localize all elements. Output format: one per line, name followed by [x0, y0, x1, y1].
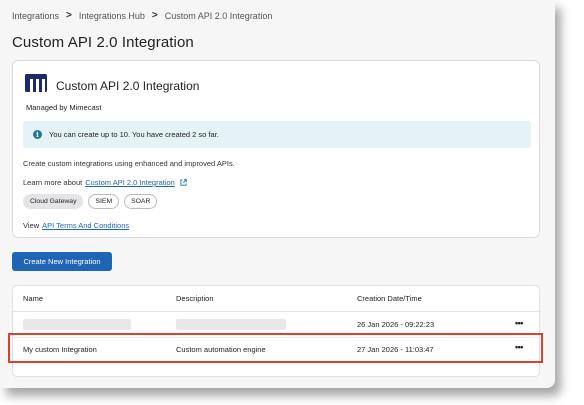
- card-title: Custom API 2.0 Integration: [56, 79, 200, 93]
- table-row[interactable]: 26 Jan 2026 - 09:22:23 •••: [13, 312, 541, 338]
- external-link-icon[interactable]: [180, 179, 187, 186]
- learn-more-link[interactable]: Custom API 2.0 Integration: [85, 178, 175, 187]
- tag-list: Cloud Gateway SIEM SOAR: [23, 194, 158, 209]
- column-header-name[interactable]: Name: [23, 294, 43, 303]
- breadcrumb-current: Custom API 2.0 Integration: [164, 10, 273, 21]
- info-banner: i You can create up to 10. You have crea…: [23, 121, 531, 148]
- mimecast-logo-icon: [25, 74, 47, 92]
- row-description: Custom automation engine: [176, 344, 266, 354]
- table-row[interactable]: My custom Integration Custom automation …: [13, 336, 541, 362]
- breadcrumb-integrations[interactable]: Integrations: [12, 11, 59, 21]
- terms-link[interactable]: API Terms And Conditions: [42, 221, 129, 230]
- managed-by-text: Managed by Mimecast: [26, 103, 102, 112]
- row-more-actions-icon[interactable]: •••: [515, 318, 523, 328]
- breadcrumb-separator: >: [66, 10, 72, 21]
- tag-siem: SIEM: [88, 194, 120, 209]
- redacted-description-placeholder: [176, 319, 286, 330]
- integration-card: Custom API 2.0 Integration Managed by Mi…: [12, 60, 540, 238]
- table-header: Name Description Creation Date/Time: [13, 286, 541, 312]
- terms-prefix: View: [23, 221, 40, 230]
- info-icon: i: [33, 130, 42, 139]
- tag-soar: SOAR: [124, 194, 158, 209]
- info-text: You can create up to 10. You have create…: [49, 130, 219, 139]
- page-sheet: Integrations > Integrations Hub > Custom…: [0, 0, 555, 388]
- learn-more-line: Learn more about Custom API 2.0 Integrat…: [23, 178, 187, 187]
- terms-line: View API Terms And Conditions: [23, 221, 129, 230]
- column-header-creation-date[interactable]: Creation Date/Time: [357, 294, 422, 303]
- row-date: 26 Jan 2026 - 09:22:23: [357, 320, 435, 329]
- breadcrumb: Integrations > Integrations Hub > Custom…: [12, 10, 272, 21]
- integrations-table: Name Description Creation Date/Time 26 J…: [12, 285, 541, 377]
- create-new-integration-button[interactable]: Create New Integration: [12, 252, 112, 271]
- tag-cloud-gateway: Cloud Gateway: [23, 194, 84, 209]
- redacted-name-placeholder: [23, 319, 131, 330]
- breadcrumb-separator: >: [151, 10, 158, 21]
- row-date: 27 Jan 2026 - 11:03:47: [357, 344, 434, 354]
- row-more-actions-icon[interactable]: •••: [515, 342, 523, 352]
- column-header-description[interactable]: Description: [176, 294, 214, 303]
- row-name: My custom Integration: [23, 344, 97, 354]
- learn-more-prefix: Learn more about: [23, 178, 83, 187]
- card-description: Create custom integrations using enhance…: [23, 159, 235, 168]
- breadcrumb-integrations-hub[interactable]: Integrations Hub: [79, 11, 145, 21]
- page-title: Custom API 2.0 Integration: [12, 34, 194, 51]
